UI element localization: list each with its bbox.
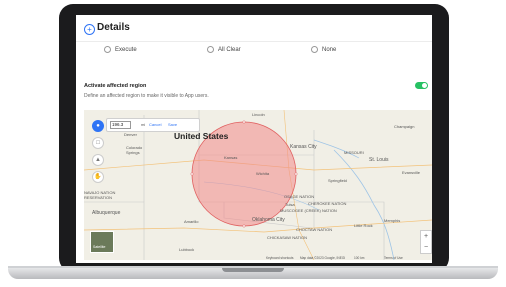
map-place-label: MISSOURI xyxy=(344,150,364,155)
map-place-label: Wichita xyxy=(256,171,270,176)
zoom-out-button[interactable]: − xyxy=(421,242,431,253)
keyboard-shortcuts-link[interactable]: Keyboard shortcuts xyxy=(266,256,293,260)
laptop-notch xyxy=(222,268,284,272)
radio-all-clear[interactable]: All Clear xyxy=(207,46,241,53)
app-screen: + Details Execute All Clear None Activat… xyxy=(76,15,432,263)
polygon-icon[interactable]: ▲ xyxy=(92,154,104,166)
map-place-label: Memphis xyxy=(384,218,401,223)
map-place-label: Springfield xyxy=(328,178,347,183)
radio-circle[interactable] xyxy=(311,46,318,53)
map-place-label: Lubbock xyxy=(179,247,195,252)
map-place-label: MUSCOGEE (CREEK) NATION xyxy=(280,208,337,213)
radius-unit: mi xyxy=(141,122,146,127)
map-place-label: St. Louis xyxy=(369,157,389,163)
save-button[interactable]: Save xyxy=(168,122,177,127)
satellite-label: Satellite xyxy=(93,245,106,249)
hand-icon[interactable]: ✋ xyxy=(92,171,104,183)
map-country-label: United States xyxy=(174,131,229,141)
region-map[interactable]: United States Lincoln Denver Colorado Sp… xyxy=(84,110,432,260)
map-place-label: CHEROKEE NATION xyxy=(308,201,347,206)
pin-icon[interactable]: ● xyxy=(92,120,104,132)
map-place-label: Oklahoma City xyxy=(252,217,285,223)
map-place-label: CHICKASAW NATION xyxy=(267,235,308,240)
region-title: Activate affected region xyxy=(84,83,147,89)
zoom-in-button[interactable]: + xyxy=(421,231,431,242)
map-place-label: Albuquerque xyxy=(92,210,121,216)
map-place-label: NAVAJO NATION RESERVATION xyxy=(84,190,116,200)
cancel-button[interactable]: Cancel xyxy=(149,122,161,127)
radio-label: None xyxy=(322,47,337,54)
toggle-knob xyxy=(422,83,427,88)
radius-input[interactable]: 196.3 xyxy=(110,121,131,129)
radio-label: Execute xyxy=(115,47,137,54)
map-place-label: Little Rock xyxy=(354,223,373,228)
map-place-label: Lincoln xyxy=(252,112,265,117)
map-place-label: Amarillo xyxy=(184,219,199,224)
radio-none[interactable]: None xyxy=(311,46,336,53)
map-place-label: OSAGE NATION xyxy=(284,194,315,199)
info-circle-icon[interactable]: + xyxy=(84,24,95,35)
map-place-label: Kansas City xyxy=(290,144,317,150)
terms-link[interactable]: Terms of Use xyxy=(384,256,403,260)
map-scale: 100 km xyxy=(354,256,365,260)
radius-editor: 196.3 mi Cancel Save xyxy=(106,118,200,132)
region-toggle[interactable] xyxy=(415,82,428,89)
radio-label: All Clear xyxy=(218,47,241,54)
zoom-control: + − xyxy=(420,230,432,254)
map-place-label: Champaign xyxy=(394,124,415,129)
satellite-toggle[interactable]: Satellite xyxy=(90,231,114,253)
map-data-attribution: Map data ©2023 Google, INEGI xyxy=(300,256,346,260)
details-header: + Details xyxy=(76,15,432,42)
page-title: Details xyxy=(97,22,130,33)
map-place-label: CHOCTAW NATION xyxy=(296,227,333,232)
map-place-label: Springs xyxy=(126,150,140,155)
map-place-label: Kansas xyxy=(224,155,238,160)
region-description: Define an affected region to make it vis… xyxy=(84,93,209,99)
radio-execute[interactable]: Execute xyxy=(104,46,137,53)
radio-circle[interactable] xyxy=(104,46,111,53)
map-place-label: Evansville xyxy=(402,170,421,175)
radio-circle[interactable] xyxy=(207,46,214,53)
map-place-label: Denver xyxy=(124,132,137,137)
square-select-icon[interactable]: □ xyxy=(92,137,104,149)
map-place-label: Tulsa xyxy=(285,202,295,207)
